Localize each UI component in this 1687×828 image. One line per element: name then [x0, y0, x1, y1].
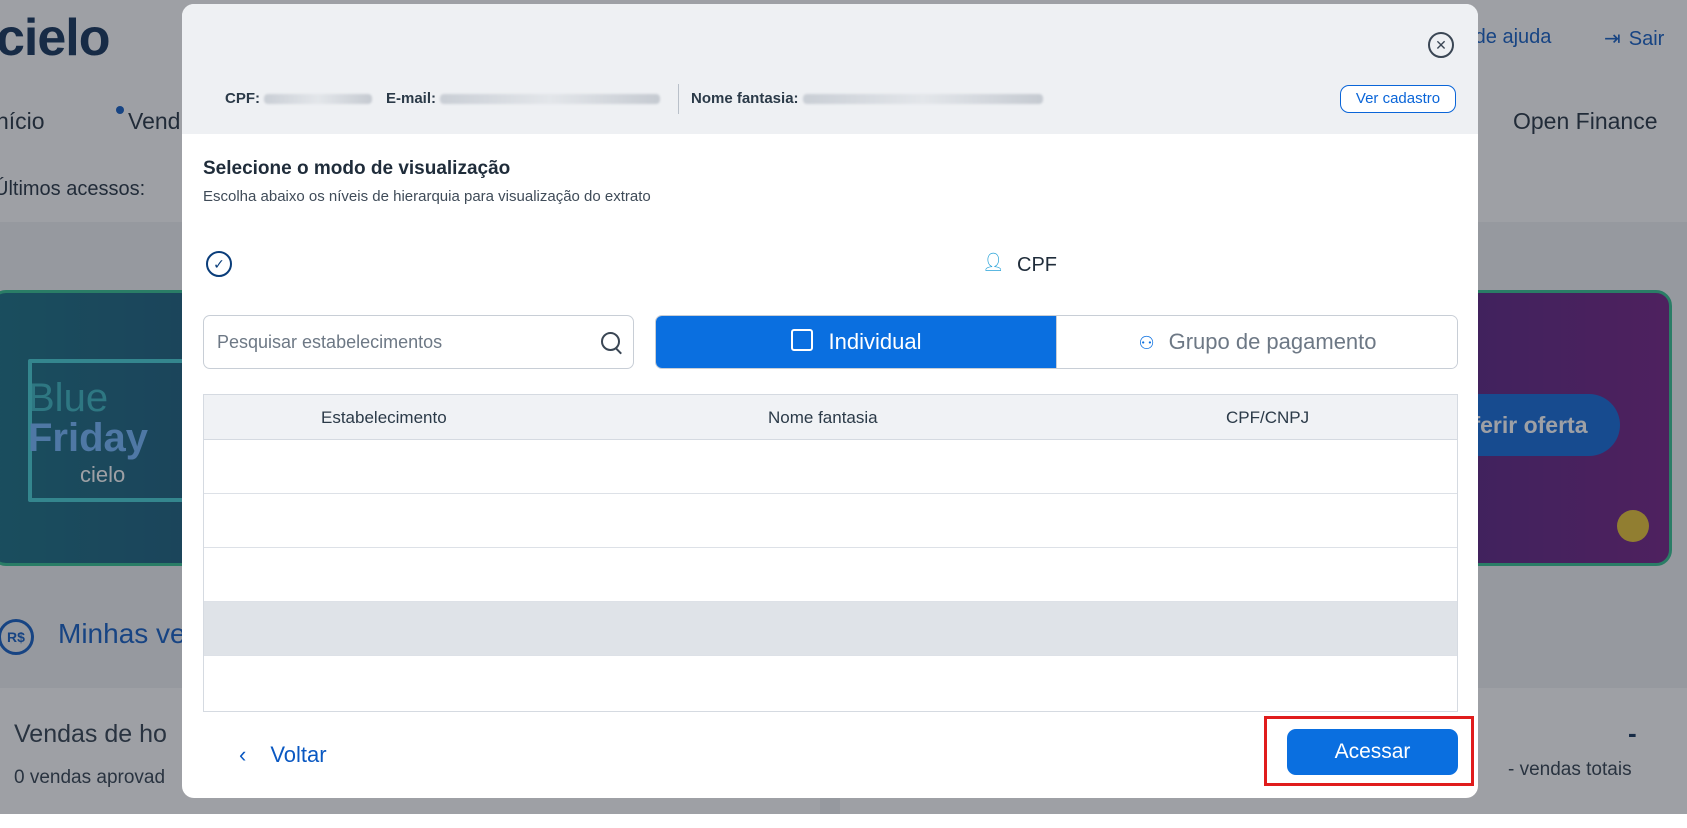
table-header: Estabelecimento Nome fantasia CPF/CNPJ: [204, 395, 1457, 440]
tab-individual-label: Individual: [828, 329, 922, 354]
close-icon[interactable]: ✕: [1428, 32, 1454, 58]
access-button[interactable]: Acessar: [1287, 729, 1458, 775]
view-mode-toggle: Individual ⚇ Grupo de pagamento: [655, 315, 1458, 369]
table-row[interactable]: [204, 602, 1457, 656]
tab-payment-group-label: Grupo de pagamento: [1168, 329, 1377, 354]
hierarchy-level-label[interactable]: CPF: [1017, 254, 1057, 277]
modal-header: ✕ CPF: E-mail: Nome fantasia: Ver cadast…: [182, 4, 1478, 134]
email-label: E-mail:: [386, 90, 437, 107]
check-circle-icon: ✓: [206, 251, 232, 277]
tab-payment-group[interactable]: ⚇ Grupo de pagamento: [1056, 316, 1457, 368]
group-icon: ⚇: [1138, 333, 1155, 353]
view-mode-modal: ✕ CPF: E-mail: Nome fantasia: Ver cadast…: [182, 4, 1478, 798]
column-header: Estabelecimento: [321, 408, 447, 427]
table-row[interactable]: [204, 656, 1457, 709]
email-info: E-mail:: [386, 90, 661, 107]
fantasy-value-redacted: [802, 94, 1043, 105]
table-row[interactable]: [204, 548, 1457, 602]
fantasy-label: Nome fantasia:: [691, 90, 799, 107]
table-row[interactable]: [204, 440, 1457, 494]
cpf-info: CPF:: [225, 90, 373, 107]
modal-title: Selecione o modo de visualização: [203, 158, 511, 179]
store-icon: [790, 329, 813, 351]
modal-subtitle: Escolha abaixo os níveis de hierarquia p…: [203, 188, 651, 205]
cpf-value-redacted: [264, 94, 373, 105]
cpf-label: CPF:: [225, 90, 260, 107]
search-input[interactable]: [215, 328, 589, 356]
user-icon: 👤︎: [982, 252, 1005, 272]
search-icon[interactable]: [601, 332, 620, 351]
tab-individual[interactable]: Individual: [656, 316, 1056, 368]
column-header: Nome fantasia: [768, 408, 878, 427]
search-box[interactable]: [203, 315, 634, 369]
chevron-left-icon: ‹: [239, 742, 247, 767]
table-row[interactable]: [204, 494, 1457, 548]
fantasy-info: Nome fantasia:: [691, 90, 1043, 107]
establishments-table: Estabelecimento Nome fantasia CPF/CNPJ: [203, 394, 1458, 712]
view-register-button[interactable]: Ver cadastro: [1340, 85, 1456, 113]
email-value-redacted: [440, 94, 661, 105]
back-label: Voltar: [270, 742, 327, 767]
column-header: CPF/CNPJ: [1226, 408, 1310, 427]
back-button[interactable]: ‹ Voltar: [239, 742, 327, 768]
header-divider: [678, 84, 679, 114]
